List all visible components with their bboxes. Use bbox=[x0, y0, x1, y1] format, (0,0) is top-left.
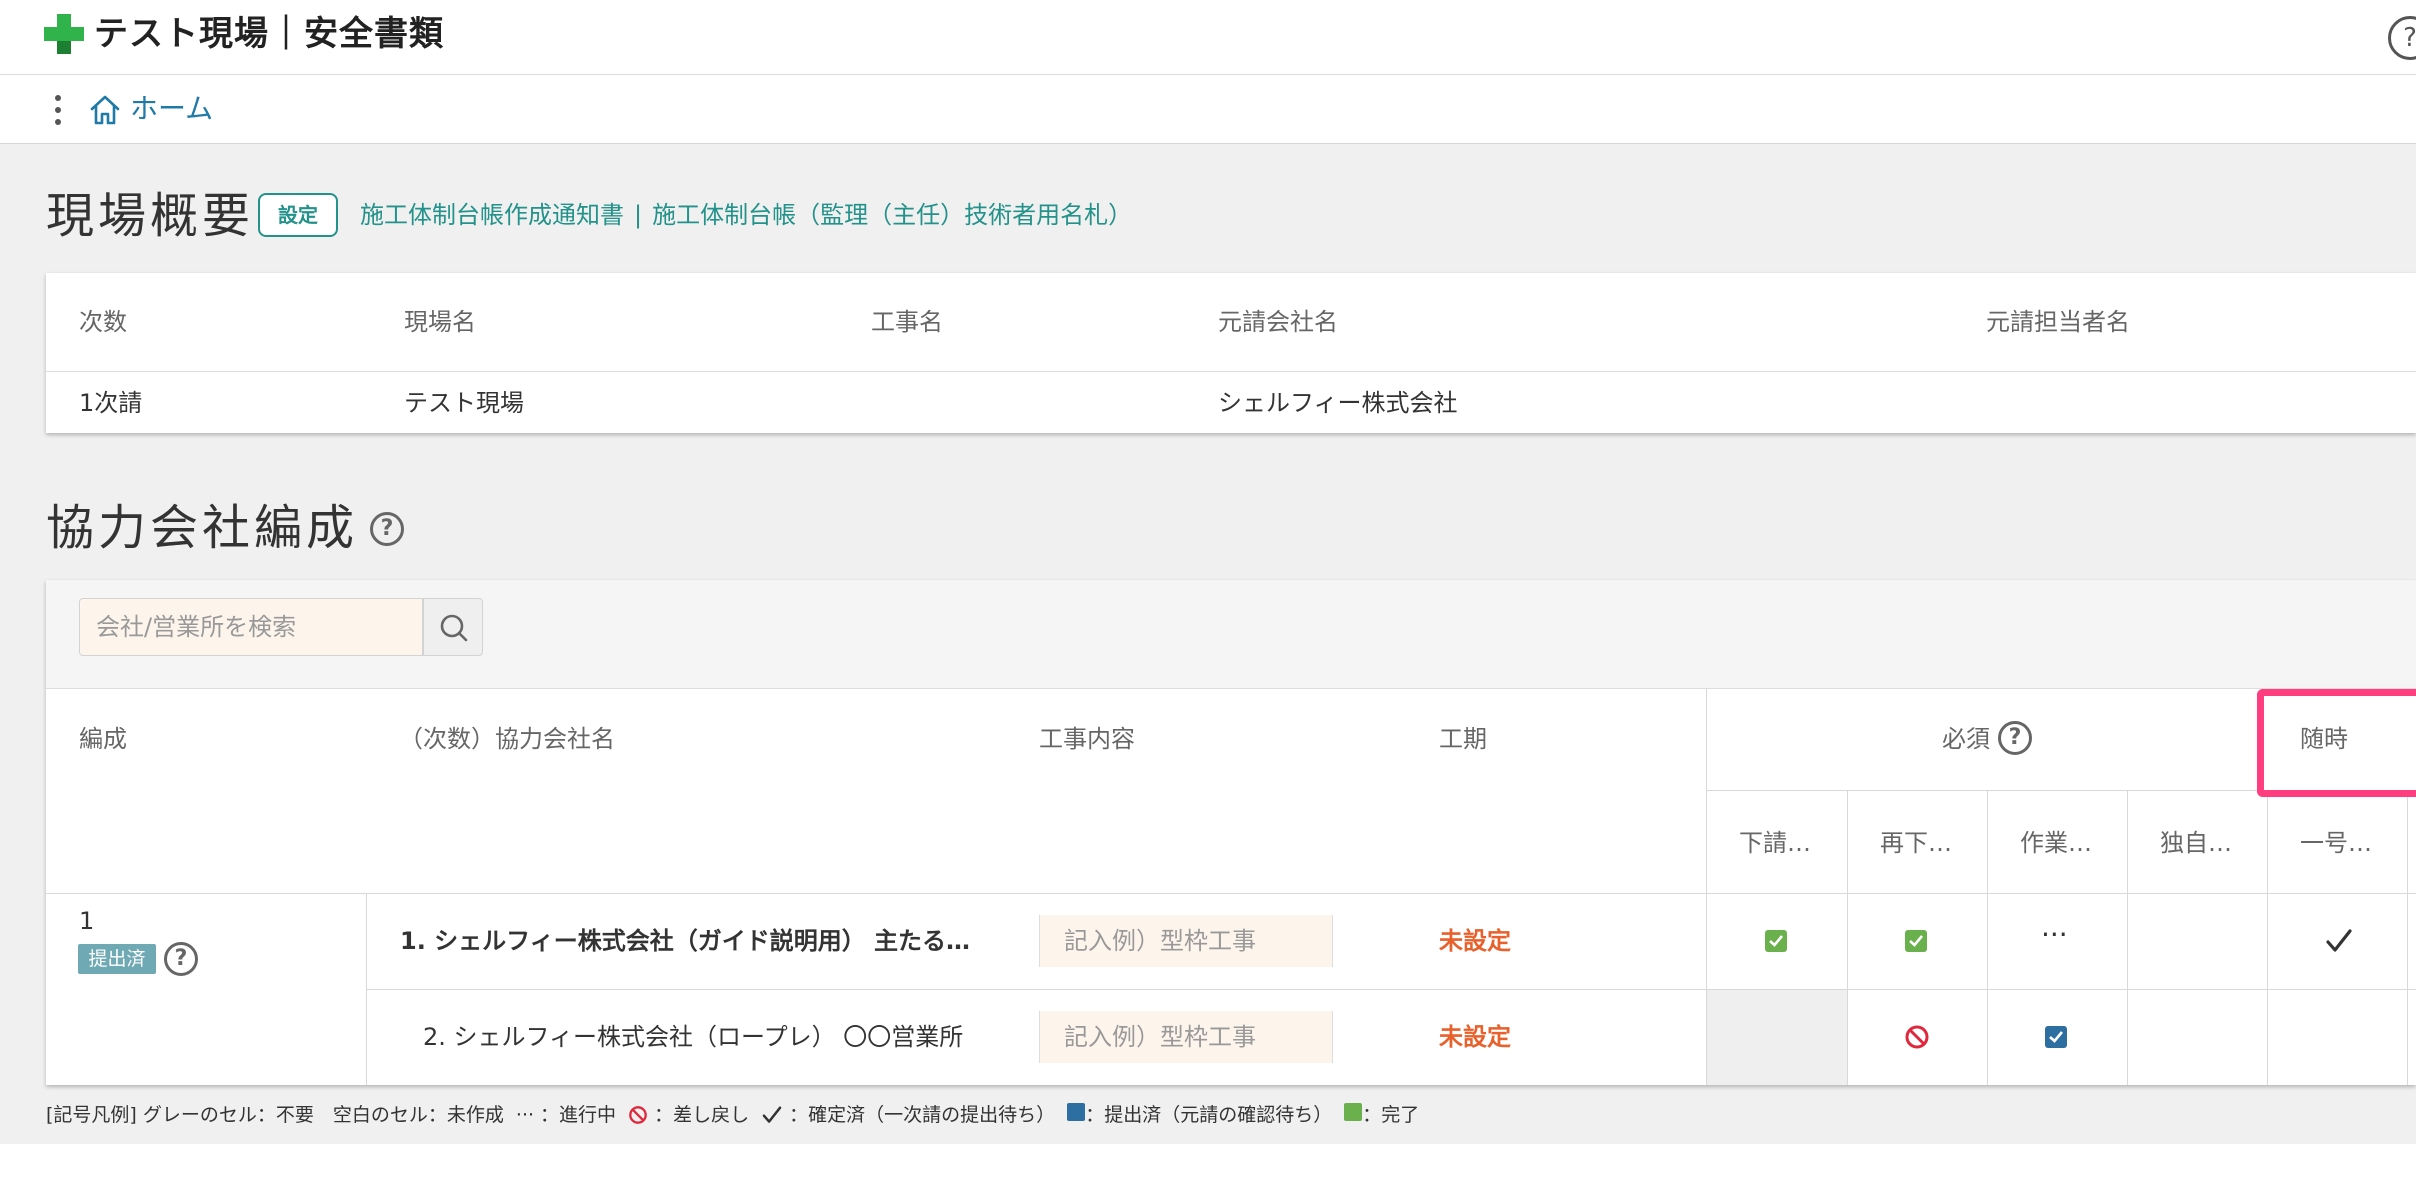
period-value[interactable]: 未設定 bbox=[1439, 926, 1511, 956]
breadcrumb-bar: ホーム bbox=[0, 75, 2416, 144]
divider bbox=[1987, 790, 1988, 1085]
col-custom: 独自… bbox=[2160, 829, 2232, 857]
col-required: 必須 bbox=[1942, 725, 1990, 753]
partners-table: 会社/営業所を検索 編成 （次数）協力会社名 工事内容 工期 必須 ? 随時 下… bbox=[46, 580, 2416, 1085]
partner-company-link[interactable]: 1. シェルフィー株式会社（ガイド説明用） 主たる… bbox=[400, 926, 970, 956]
help-icon[interactable]: ? bbox=[370, 512, 404, 546]
not-required-cell bbox=[1707, 990, 1847, 1085]
search-input[interactable]: 会社/営業所を検索 bbox=[79, 598, 423, 656]
legend-confirmed: ：確定済（一次請の提出待ち） bbox=[789, 1103, 1056, 1126]
name-tag-link[interactable]: 施工体制台帳（監理（主任）技術者用名札） bbox=[652, 201, 1132, 229]
submitted-check-icon bbox=[1067, 1102, 1086, 1121]
col-partner-company: （次数）協力会社名 bbox=[399, 725, 615, 753]
construction-notice-link[interactable]: 施工体制台帳作成通知書 bbox=[360, 201, 624, 229]
col-prime-contact: 元請担当者名 bbox=[1986, 308, 2130, 336]
col-work-content: 工事内容 bbox=[1039, 725, 1135, 753]
submitted-check-icon[interactable] bbox=[2045, 1026, 2067, 1048]
overview-links: 施工体制台帳作成通知書 | 施工体制台帳（監理（主任）技術者用名札） bbox=[360, 197, 1132, 233]
prime-company-value: シェルフィー株式会社 bbox=[1218, 389, 1458, 417]
kebab-menu-icon[interactable] bbox=[48, 95, 68, 125]
legend-prefix: [記号凡例] グレーのセル：不要 空白のセル：未作成 bbox=[46, 1103, 504, 1126]
col-worker: 作業… bbox=[2020, 829, 2092, 857]
col-subcontract: 下請… bbox=[1739, 829, 1811, 857]
col-order: 次数 bbox=[79, 308, 127, 336]
search-icon bbox=[440, 614, 468, 642]
overview-title: 現場概要 bbox=[46, 188, 255, 244]
legend-submitted: ：提出済（元請の確認待ち） bbox=[1085, 1103, 1333, 1126]
complete-check-icon[interactable] bbox=[1905, 930, 1927, 952]
home-icon[interactable] bbox=[88, 93, 122, 127]
legend-complete: ：完了 bbox=[1362, 1103, 1420, 1126]
col-work-name: 工事名 bbox=[871, 308, 943, 336]
partner-company-link[interactable]: 2. シェルフィー株式会社（ロープレ） 〇〇営業所 bbox=[423, 1022, 963, 1052]
work-content-input[interactable]: 記入例）型枠工事 bbox=[1039, 915, 1333, 967]
order-value: 1次請 bbox=[79, 389, 143, 417]
site-name-value: テスト現場 bbox=[404, 389, 524, 417]
top-bar: テスト現場｜安全書類 ? bbox=[0, 0, 2416, 75]
overview-header-row: 次数 現場名 工事名 元請会社名 元請担当者名 bbox=[46, 273, 2416, 372]
page-title: テスト現場｜安全書類 bbox=[94, 14, 444, 54]
col-resubcontract: 再下… bbox=[1880, 829, 1952, 857]
search-button[interactable] bbox=[423, 598, 483, 656]
status-badge: 提出済 bbox=[78, 944, 156, 974]
search-area: 会社/営業所を検索 bbox=[46, 580, 2416, 689]
help-icon[interactable]: ? bbox=[1998, 721, 2032, 755]
overview-data-row: 1次請 テスト現場 シェルフィー株式会社 bbox=[46, 372, 2416, 433]
col-prime-company: 元請会社名 bbox=[1218, 308, 1338, 336]
settings-button[interactable]: 設定 bbox=[258, 193, 338, 237]
work-content-input[interactable]: 記入例）型枠工事 bbox=[1039, 1011, 1333, 1063]
in-progress-icon[interactable]: ··· bbox=[2041, 920, 2068, 950]
col-period: 工期 bbox=[1439, 725, 1487, 753]
period-value[interactable]: 未設定 bbox=[1439, 1022, 1511, 1052]
partners-title: 協力会社編成 bbox=[46, 500, 359, 556]
group-number: 1 bbox=[79, 907, 95, 935]
in-progress-icon: ··· bbox=[515, 1103, 535, 1126]
legend-in-progress: ：進行中 bbox=[540, 1103, 617, 1126]
divider bbox=[366, 989, 2416, 990]
overview-table: 次数 現場名 工事名 元請会社名 元請担当者名 1次請 テスト現場 シェルフィー… bbox=[46, 273, 2416, 433]
returned-icon bbox=[629, 1105, 647, 1124]
footer-space bbox=[0, 1144, 2416, 1186]
link-separator: | bbox=[634, 201, 643, 229]
col-form1: 一号… bbox=[2300, 829, 2372, 857]
legend: [記号凡例] グレーのセル：不要 空白のセル：未作成 ··· ：進行中 ：差し戻し… bbox=[46, 1100, 1425, 1129]
confirmed-check-icon[interactable] bbox=[2324, 926, 2354, 956]
complete-check-icon bbox=[1344, 1102, 1363, 1121]
divider bbox=[2407, 790, 2408, 1085]
confirmed-check-icon bbox=[762, 1105, 782, 1123]
legend-returned: ：差し戻し bbox=[654, 1103, 750, 1126]
breadcrumb-home-link[interactable]: ホーム bbox=[130, 91, 213, 127]
col-composition: 編成 bbox=[79, 725, 127, 753]
divider bbox=[46, 893, 2416, 894]
col-site-name: 現場名 bbox=[404, 308, 476, 336]
divider bbox=[1847, 790, 1848, 1085]
help-icon[interactable]: ? bbox=[164, 942, 198, 976]
highlight-annotation bbox=[2257, 689, 2416, 797]
returned-icon[interactable] bbox=[1904, 1024, 1930, 1050]
complete-check-icon[interactable] bbox=[1765, 930, 1787, 952]
divider bbox=[2267, 790, 2268, 1085]
cross-logo-icon bbox=[44, 14, 84, 54]
divider bbox=[2127, 790, 2128, 1085]
help-icon[interactable]: ? bbox=[2388, 16, 2416, 60]
